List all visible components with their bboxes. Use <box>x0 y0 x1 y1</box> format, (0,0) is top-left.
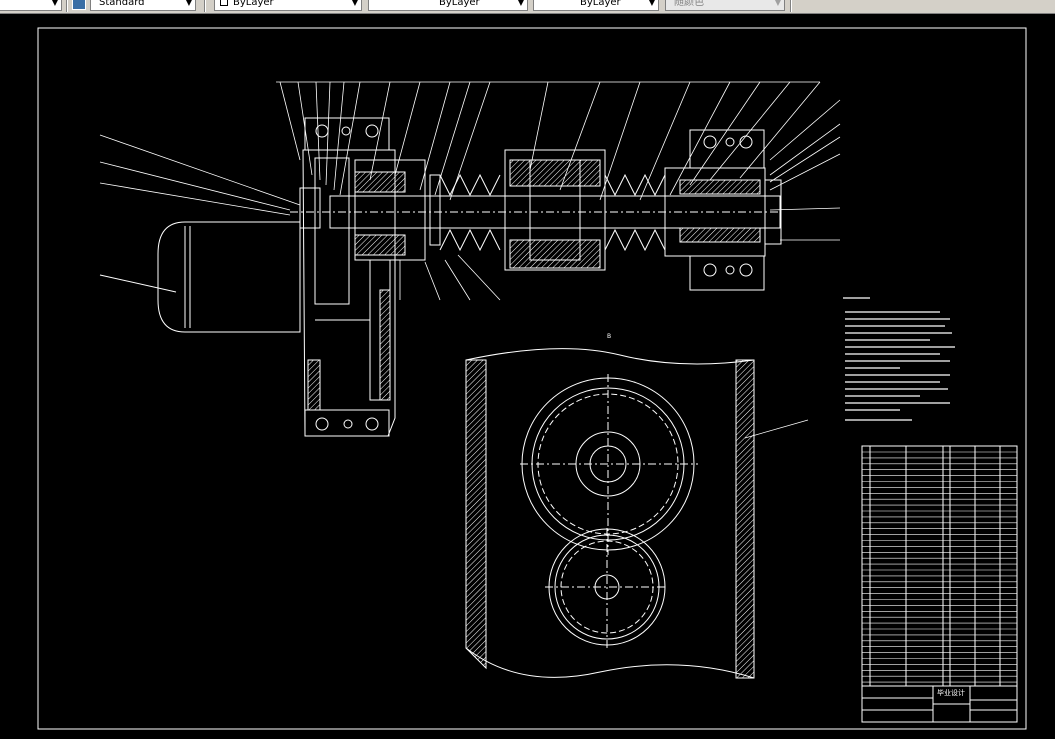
section-view-b <box>465 348 755 679</box>
text-style-value: Standard <box>99 0 145 8</box>
text-style-icon[interactable] <box>72 0 86 10</box>
plot-style-value: 随颜色 <box>674 0 704 8</box>
parts-list-rows <box>862 451 1017 683</box>
chevron-down-icon[interactable]: ▼ <box>52 0 58 9</box>
linetype-dropdown[interactable]: ByLayer ▼ <box>368 0 528 11</box>
technical-requirements-block <box>843 297 955 421</box>
title-block-heading: 毕业设计 <box>937 688 965 697</box>
chevron-down-icon[interactable]: ▼ <box>518 0 524 9</box>
toolbar-combo-left[interactable]: ▼ <box>0 0 62 11</box>
plot-style-dropdown[interactable]: 随颜色 ▼ <box>665 0 785 11</box>
linetype-value: ByLayer <box>439 0 480 8</box>
drawing-canvas[interactable]: B 毕业设计 <box>0 14 1055 739</box>
cad-drawing: B 毕业设计 <box>37 27 1027 730</box>
lineweight-dropdown[interactable]: ByLayer ▼ <box>533 0 659 11</box>
motor-drawing <box>99 221 301 333</box>
layer-color-value: ByLayer <box>233 0 274 8</box>
toolbar-separator <box>66 0 68 12</box>
view-label: B <box>607 333 611 340</box>
toolbar-separator <box>204 0 206 12</box>
chevron-down-icon[interactable]: ▼ <box>649 0 655 9</box>
chevron-down-icon[interactable]: ▼ <box>352 0 358 9</box>
layer-color-dropdown[interactable]: ByLayer ▼ <box>214 0 362 11</box>
toolbar-separator <box>790 0 792 12</box>
drawing-frame <box>37 27 1027 730</box>
text-style-dropdown[interactable]: Standard ▼ <box>90 0 196 11</box>
lineweight-value: ByLayer <box>580 0 621 8</box>
chevron-down-icon[interactable]: ▼ <box>775 0 781 9</box>
properties-toolbar: ▼ Standard ▼ ByLayer ▼ ByLayer ▼ ByLayer… <box>0 0 1055 14</box>
chevron-down-icon[interactable]: ▼ <box>186 0 192 9</box>
color-swatch-icon <box>220 0 228 6</box>
